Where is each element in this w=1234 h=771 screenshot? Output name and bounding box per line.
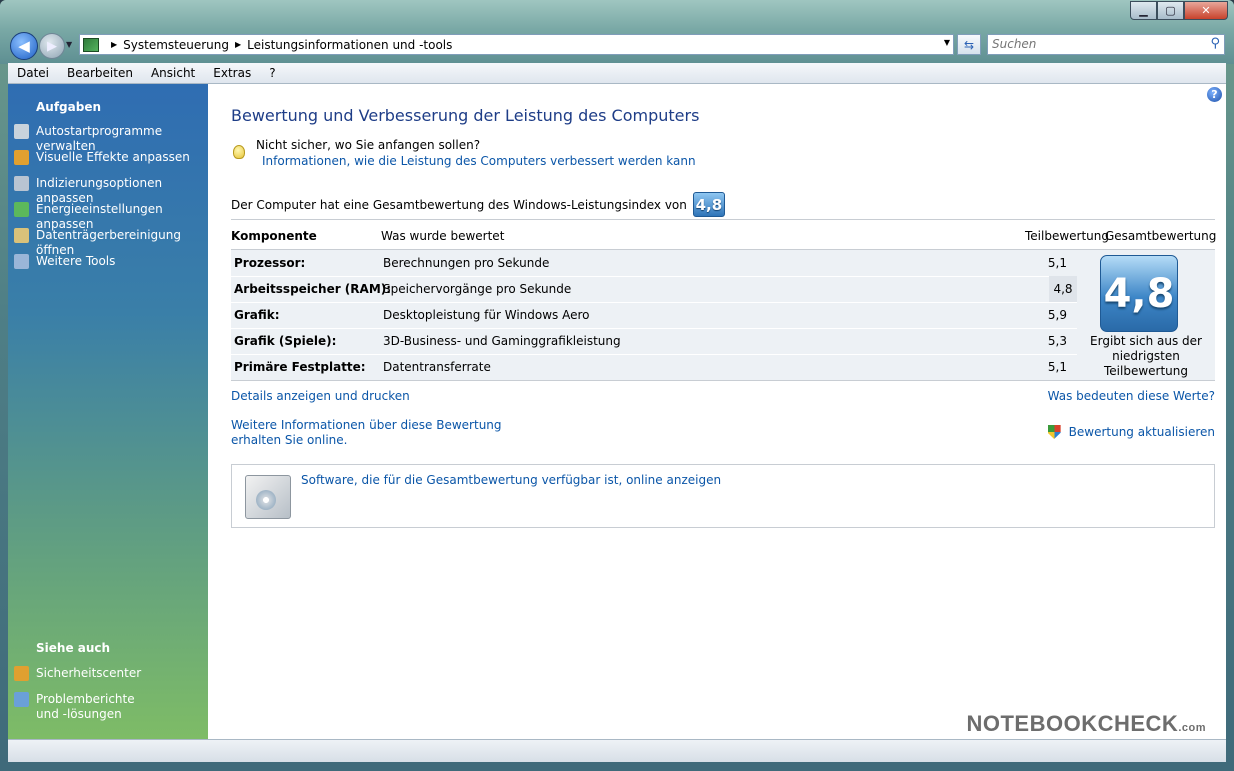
address-bar[interactable]: ▶ Systemsteuerung ▶ Leistungsinformation… <box>79 34 954 55</box>
lightbulb-icon <box>233 145 245 159</box>
explorer-window: ▁ ▢ ✕ ◀ ▶ ▼ ▶ Systemsteuerung ▶ Leistung… <box>0 0 1234 771</box>
problem-reports-icon <box>14 692 29 707</box>
startup-programs-icon <box>14 124 29 139</box>
component-name: Prozessor: <box>234 256 306 270</box>
rated-description: Berechnungen pro Sekunde <box>383 256 550 270</box>
rated-description: 3D-Business- und Gaminggrafikleistung <box>383 334 621 348</box>
software-offers-box: Software, die für die Gesamtbewertung ve… <box>231 464 1215 528</box>
table-row: Arbeitsspeicher (RAM): Speichervorgänge … <box>231 276 1077 303</box>
recent-pages-dropdown[interactable]: ▼ <box>66 40 72 49</box>
control-panel-icon <box>83 37 99 52</box>
table-row: Prozessor: Berechnungen pro Sekunde 5,1 <box>231 250 1077 277</box>
rated-description: Desktopleistung für Windows Aero <box>383 308 590 322</box>
tasks-heading: Aufgaben <box>36 100 102 114</box>
indexing-icon <box>14 176 29 191</box>
subscore-value: 5,1 <box>1047 256 1067 270</box>
watermark-brand: NOTEBOOKCHECK <box>966 711 1179 736</box>
shield-icon <box>14 150 29 165</box>
subscore-value: 4,8 <box>1049 276 1077 302</box>
back-button[interactable]: ◀ <box>10 32 38 60</box>
search-box[interactable]: ⚲ <box>987 34 1225 55</box>
sidebar-item-visual-effects[interactable]: Visuelle Effekte anpassen <box>14 150 208 165</box>
overall-score-text: Der Computer hat eine Gesamtbewertung de… <box>231 197 687 212</box>
overall-score-badge: 4,8 <box>692 192 725 217</box>
table-row: Grafik: Desktopleistung für Windows Aero… <box>231 302 1077 329</box>
more-info-online-link[interactable]: Weitere Informationen über diese Bewertu… <box>231 418 531 448</box>
window-controls: ▁ ▢ ✕ <box>1130 1 1228 20</box>
menu-help[interactable]: ? <box>260 66 284 80</box>
divider <box>231 380 1215 381</box>
sidebar-item-label: Visuelle Effekte anpassen <box>36 150 190 164</box>
sidebar-item-label: Weitere Tools <box>36 254 116 268</box>
menu-ansicht[interactable]: Ansicht <box>142 66 204 80</box>
disk-cleanup-icon <box>14 228 29 243</box>
details-print-link[interactable]: Details anzeigen und drucken <box>231 389 410 403</box>
divider <box>231 219 1215 220</box>
base-score-panel: 4,8 Ergibt sich aus der niedrigsten Teil… <box>1077 250 1215 380</box>
software-online-link[interactable]: Software, die für die Gesamtbewertung ve… <box>301 473 721 487</box>
header-component: Komponente <box>231 229 317 243</box>
search-input[interactable] <box>988 35 1196 52</box>
forward-button[interactable]: ▶ <box>39 33 65 59</box>
maximize-button[interactable]: ▢ <box>1157 1 1184 20</box>
menu-extras[interactable]: Extras <box>204 66 260 80</box>
menu-datei[interactable]: Datei <box>8 66 58 80</box>
search-icon[interactable]: ⚲ <box>1210 36 1220 51</box>
sidebar-item-label: Problemberichte und -lösungen <box>36 692 135 721</box>
base-score-note: Ergibt sich aus der niedrigsten Teilbewe… <box>1090 334 1202 378</box>
update-rating-label[interactable]: Bewertung aktualisieren <box>1069 425 1215 439</box>
address-dropdown-icon[interactable]: ▼ <box>944 38 950 47</box>
header-basescore: Gesamtbewertung <box>1105 229 1217 243</box>
software-box-icon <box>245 475 291 519</box>
update-rating-button[interactable]: Bewertung aktualisieren <box>1047 425 1215 439</box>
subscore-value: 5,3 <box>1047 334 1067 348</box>
page-title: Bewertung und Verbesserung der Leistung … <box>231 106 700 125</box>
improve-performance-link[interactable]: Informationen, wie die Leistung des Comp… <box>262 154 696 168</box>
power-icon <box>14 202 29 217</box>
watermark-suffix: .com <box>1178 722 1206 734</box>
main-content: ? Bewertung und Verbesserung der Leistun… <box>208 84 1226 739</box>
sidebar-item-more-tools[interactable]: Weitere Tools <box>14 254 208 269</box>
score-table: Prozessor: Berechnungen pro Sekunde 5,1 … <box>231 250 1215 380</box>
menu-bar: Datei Bearbeiten Ansicht Extras ? <box>8 63 1226 84</box>
refresh-button[interactable]: ⇆ <box>957 34 981 55</box>
rated-description: Speichervorgänge pro Sekunde <box>383 282 572 296</box>
table-row: Primäre Festplatte: Datentransferrate 5,… <box>231 354 1077 380</box>
minimize-button[interactable]: ▁ <box>1130 1 1157 20</box>
help-icon[interactable]: ? <box>1207 87 1222 102</box>
breadcrumb-separator-icon[interactable]: ▶ <box>111 40 117 49</box>
rated-description: Datentransferrate <box>383 360 491 374</box>
uac-shield-icon <box>1047 425 1061 439</box>
breadcrumb-systemsteuerung[interactable]: Systemsteuerung <box>123 38 229 52</box>
header-subscore: Teilbewertung <box>1025 229 1110 243</box>
refresh-icon: ⇆ <box>963 37 975 52</box>
table-row: Grafik (Spiele): 3D-Business- und Gaming… <box>231 328 1077 355</box>
sidebar-item-problem-reports[interactable]: Problemberichte und -lösungen <box>14 692 208 722</box>
subscore-value: 5,9 <box>1047 308 1067 322</box>
component-name: Arbeitsspeicher (RAM): <box>234 282 392 296</box>
component-name: Grafik: <box>234 308 280 322</box>
overall-score-line: Der Computer hat eine Gesamtbewertung de… <box>231 192 725 217</box>
back-arrow-icon: ◀ <box>18 37 30 55</box>
tools-icon <box>14 254 29 269</box>
component-name: Grafik (Spiele): <box>234 334 337 348</box>
forward-arrow-icon: ▶ <box>47 38 57 54</box>
status-bar <box>8 739 1226 762</box>
base-score-badge: 4,8 <box>1100 255 1178 332</box>
what-do-values-mean-link[interactable]: Was bedeuten diese Werte? <box>1048 389 1215 403</box>
close-button[interactable]: ✕ <box>1184 1 1228 20</box>
breadcrumb-separator-icon[interactable]: ▶ <box>235 40 241 49</box>
component-name: Primäre Festplatte: <box>234 360 366 374</box>
sidebar-item-label: Sicherheitscenter <box>36 666 142 680</box>
breadcrumb-performance[interactable]: Leistungsinformationen und -tools <box>247 38 452 52</box>
tip-question: Nicht sicher, wo Sie anfangen sollen? <box>256 138 481 152</box>
watermark: NOTEBOOKCHECK.com <box>966 711 1206 737</box>
subscore-value: 5,1 <box>1047 360 1067 374</box>
header-rated: Was wurde bewertet <box>381 229 505 243</box>
sidebar-item-security-center[interactable]: Sicherheitscenter <box>14 666 208 681</box>
menu-bearbeiten[interactable]: Bearbeiten <box>58 66 142 80</box>
see-also-heading: Siehe auch <box>36 641 111 655</box>
security-center-icon <box>14 666 29 681</box>
task-pane: Aufgaben Autostartprogramme verwalten Vi… <box>8 84 208 739</box>
